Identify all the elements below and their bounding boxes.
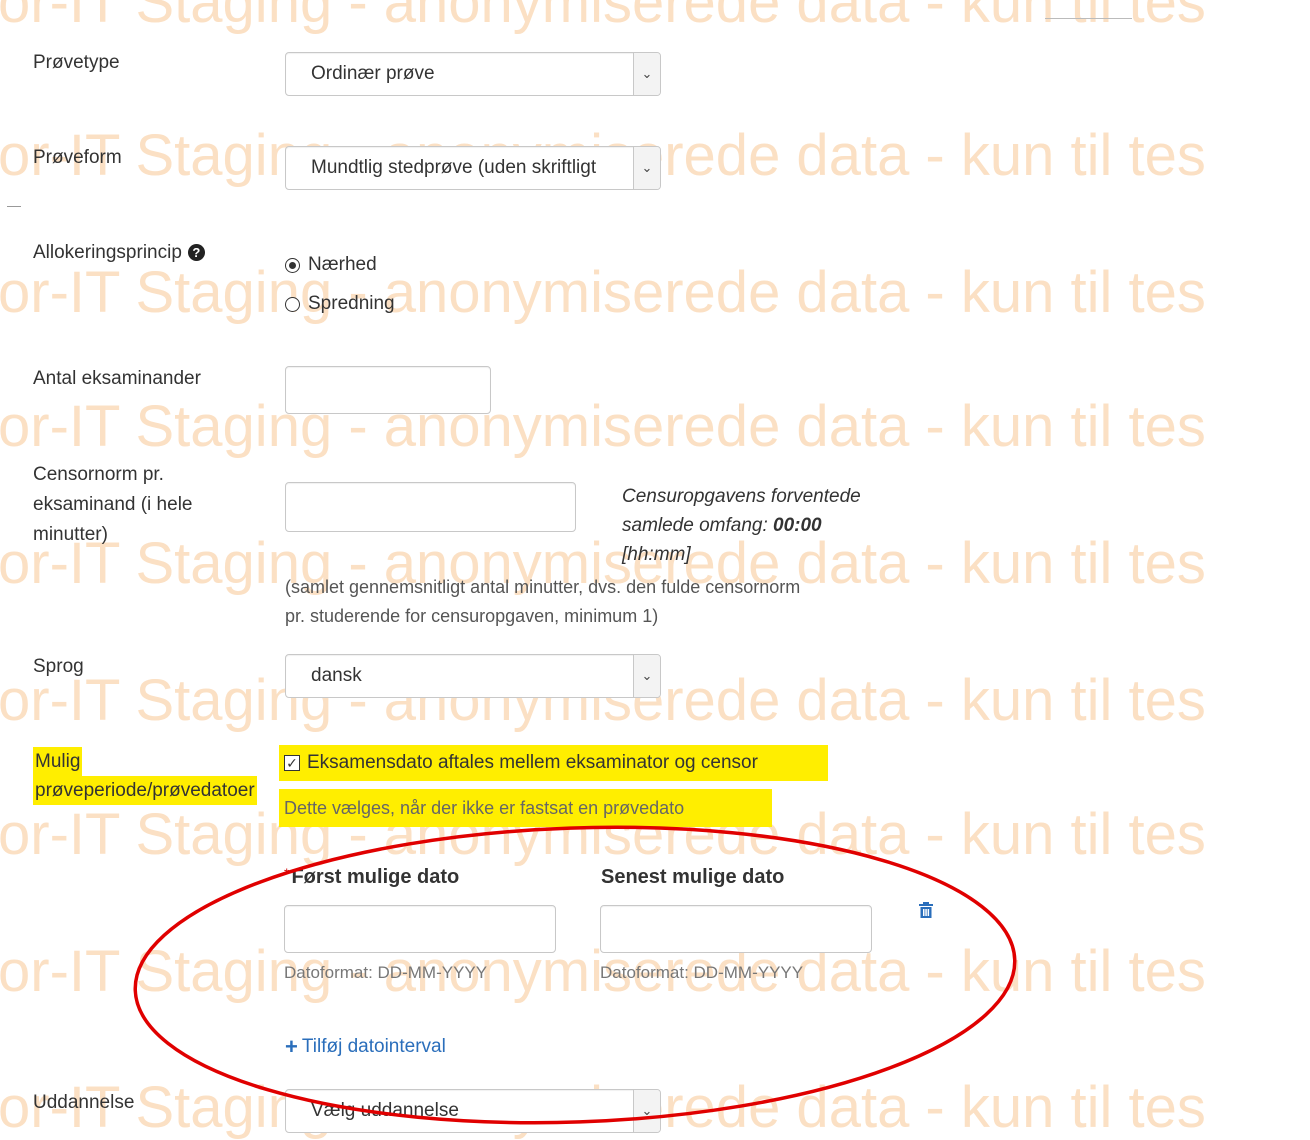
- censur-info-unit: [hh:mm]: [622, 544, 691, 565]
- sprog-label: Sprog: [33, 656, 84, 677]
- allokering-label-row: Allokeringsprincip ?: [33, 238, 205, 267]
- periode-note: Dette vælges, når der ikke er fastsat en…: [279, 789, 772, 827]
- censur-info-line2: samlede omfang: 00:00: [622, 515, 822, 536]
- censornorm-help-1: (samlet gennemsnitligt antal minutter, d…: [285, 577, 801, 597]
- periode-label-1: Mulig: [33, 747, 83, 776]
- provetype-label: Prøvetype: [33, 52, 120, 73]
- censornorm-label-3: minutter): [33, 524, 108, 545]
- radio-naerhed[interactable]: Nærhed: [285, 254, 377, 276]
- censur-total: 00:00: [773, 515, 822, 536]
- checkbox-label: Eksamensdato aftales mellem eksaminator …: [307, 752, 758, 773]
- proveform-select[interactable]: Mundtlig stedprøve (uden skriftligt ⌄: [285, 146, 661, 190]
- sprog-value: dansk: [311, 665, 362, 686]
- radio-label: Nærhed: [308, 254, 377, 275]
- provetype-value: Ordinær prøve: [311, 63, 435, 84]
- uddannelse-select[interactable]: Vælg uddannelse ⌄: [285, 1089, 661, 1133]
- add-interval-link[interactable]: + Tilføj datointerval: [285, 1036, 446, 1058]
- censornorm-label-2: eksaminand (i hele: [33, 494, 193, 515]
- proveform-label: Prøveform: [33, 147, 122, 168]
- first-date-label: Først mulige dato: [291, 866, 460, 888]
- provetype-select[interactable]: Ordinær prøve ⌄: [285, 52, 661, 96]
- antal-input[interactable]: [285, 366, 491, 414]
- add-interval-label: Tilføj datointerval: [301, 1036, 446, 1057]
- periode-label-2: prøveperiode/prøvedatoer: [33, 776, 257, 805]
- chevron-down-icon: ⌄: [633, 147, 660, 189]
- radio-label: Spredning: [308, 293, 395, 314]
- required-mark: *: [284, 865, 290, 881]
- radio-button[interactable]: [285, 296, 300, 312]
- first-date-label-row: * Først mulige dato: [284, 866, 459, 889]
- uddannelse-label: Uddannelse: [33, 1092, 135, 1113]
- censur-info-line1: Censuropgavens forventede: [622, 486, 861, 507]
- uddannelse-value: Vælg uddannelse: [311, 1100, 459, 1121]
- last-date-format: Datoformat: DD-MM-YYYY: [600, 963, 804, 982]
- radio-button-selected[interactable]: [285, 257, 300, 273]
- first-date-input[interactable]: [284, 905, 556, 953]
- allokering-label: Allokeringsprincip: [33, 242, 182, 263]
- sprog-select[interactable]: dansk ⌄: [285, 654, 661, 698]
- help-icon[interactable]: ?: [187, 244, 205, 261]
- censornorm-label-1: Censornorm pr.: [33, 464, 164, 485]
- antal-label: Antal eksaminander: [33, 368, 201, 389]
- proveform-value: Mundtlig stedprøve (uden skriftligt: [311, 157, 597, 178]
- chevron-down-icon: ⌄: [633, 53, 660, 95]
- periode-checkbox-row[interactable]: ✓ Eksamensdato aftales mellem eksaminato…: [279, 745, 828, 781]
- chevron-down-icon: ⌄: [633, 655, 660, 697]
- first-date-format: Datoformat: DD-MM-YYYY: [284, 963, 488, 982]
- form: Prøvetype Ordinær prøve ⌄ Prøveform Mund…: [0, 0, 1310, 1137]
- censur-info: Censuropgavens forventede samlede omfang…: [622, 482, 861, 569]
- divider: [7, 206, 21, 207]
- censornorm-help-2: pr. studerende for censuropgaven, minimu…: [285, 606, 659, 626]
- chevron-down-icon: ⌄: [633, 1090, 660, 1132]
- last-date-input[interactable]: [600, 905, 872, 953]
- censornorm-input[interactable]: [285, 482, 576, 532]
- last-date-label: Senest mulige dato: [601, 866, 785, 888]
- censornorm-help: (samlet gennemsnitligt antal minutter, d…: [285, 573, 800, 631]
- radio-spredning[interactable]: Spredning: [285, 293, 395, 315]
- divider: [1045, 18, 1132, 19]
- trash-icon[interactable]: [917, 901, 935, 919]
- plus-icon: +: [285, 1034, 298, 1059]
- checkbox-checked[interactable]: ✓: [284, 755, 300, 771]
